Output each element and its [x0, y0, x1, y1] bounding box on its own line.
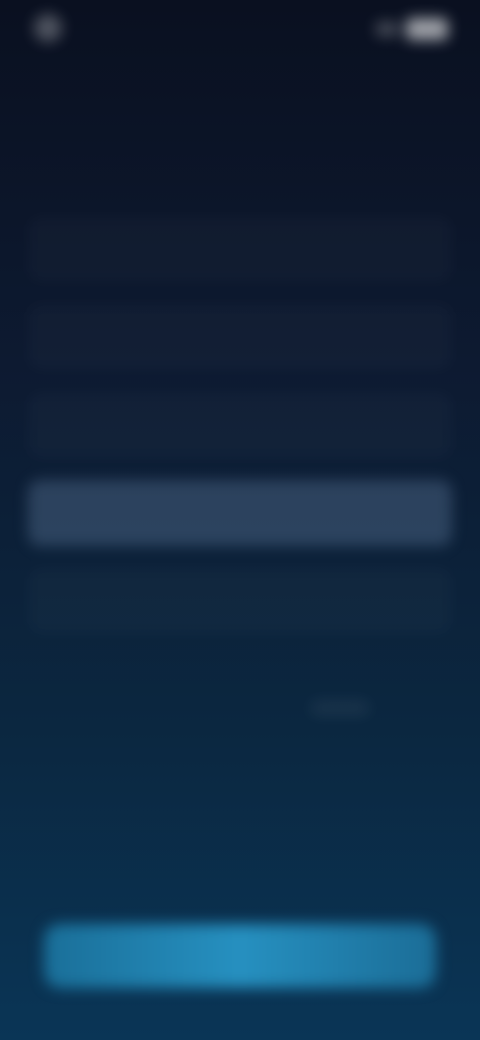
answer-option-5[interactable]	[28, 568, 452, 634]
answer-option-3[interactable]	[28, 392, 452, 458]
hint-text-placeholder	[310, 700, 370, 716]
question-text	[36, 98, 396, 190]
answer-option-2[interactable]	[28, 304, 452, 370]
question-line-2	[36, 144, 396, 190]
answer-options	[28, 216, 452, 656]
question-line-1	[36, 98, 396, 144]
status-bar	[0, 0, 480, 60]
answer-option-1[interactable]	[28, 216, 452, 282]
status-dot-icon	[34, 14, 62, 42]
answer-option-4-selected[interactable]	[28, 480, 452, 546]
signal-icon	[376, 22, 398, 36]
status-icons	[376, 18, 448, 40]
blurred-screen	[0, 0, 480, 1040]
continue-button[interactable]	[44, 924, 436, 988]
battery-icon	[406, 18, 448, 40]
